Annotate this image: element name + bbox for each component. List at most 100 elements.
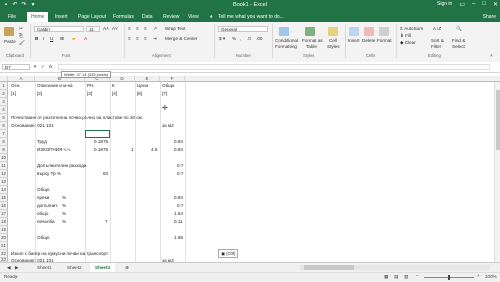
cell-b12[interactable]: върху Тр % (37, 171, 61, 176)
find-select-label-1[interactable]: Find & (452, 38, 465, 43)
row-header[interactable]: 17 (0, 210, 8, 218)
cell-f12[interactable]: 0.7 (177, 171, 183, 176)
cell-c12[interactable]: 83 (103, 171, 108, 176)
cell-f11[interactable]: 0.7 (177, 163, 183, 168)
name-box[interactable]: D7 (2, 64, 30, 70)
align-left-icon[interactable]: ≡ (128, 36, 131, 41)
cell-f15[interactable]: 0.84 (174, 195, 183, 200)
collapse-ribbon-icon[interactable]: ˄ (490, 53, 493, 58)
merge-center-button[interactable]: Merge & Center (165, 36, 197, 41)
row-header[interactable]: 14 (0, 186, 8, 194)
top-align-icon[interactable]: ≡ (128, 26, 131, 31)
cell-b16[interactable]: допълнит. (37, 203, 58, 208)
orientation-icon[interactable]: ↗ (153, 26, 157, 32)
cell-styles-icon[interactable] (328, 27, 338, 36)
cell-b2[interactable]: [2] (37, 91, 42, 96)
cell-f17[interactable]: 1.54 (174, 211, 183, 216)
cell-b8[interactable]: Труд (37, 139, 47, 144)
cell-f16[interactable]: 0.7 (177, 203, 183, 208)
cell-a5[interactable]: Почистване от разтителна почва ръчно на … (11, 115, 143, 120)
cell-e2[interactable]: [6] (137, 91, 142, 96)
wrap-text-button[interactable]: Wrap Text (165, 26, 186, 31)
decrease-decimal-icon[interactable]: .00 (256, 36, 262, 41)
bold-button[interactable]: B (35, 36, 38, 41)
find-select-icon[interactable]: 🔍 (456, 26, 462, 32)
fill-color-icon[interactable]: ▰ (72, 36, 76, 42)
conditional-label-2[interactable]: Formatting (275, 44, 297, 49)
percent-icon[interactable]: % (232, 36, 236, 41)
align-right-icon[interactable]: ≡ (144, 36, 147, 41)
cell-e9[interactable]: 4.5 (151, 147, 157, 152)
cell-c2[interactable]: [3] (87, 91, 92, 96)
insert-cells-label[interactable]: Insert (348, 38, 360, 43)
font-color-icon[interactable]: A (84, 36, 87, 41)
row-header[interactable]: 4 (0, 106, 8, 114)
insert-function-icon[interactable]: fx (49, 64, 53, 69)
cell-styles-label-1[interactable]: Cell (329, 38, 337, 43)
increase-decimal-icon[interactable]: .0 (247, 36, 251, 41)
grow-font-icon[interactable]: A˄ (103, 26, 109, 31)
zoom-out-button[interactable]: – (416, 273, 419, 278)
tab-page-layout[interactable]: Page Layout (78, 14, 106, 20)
worksheet-grid[interactable]: A B C D E F 1 2 3 4 5 6 7 8 9 10 11 12 1… (0, 76, 500, 262)
cell-a1[interactable]: Осн. (11, 83, 21, 88)
macro-record-icon[interactable]: ▫ (16, 274, 18, 279)
add-sheet-icon[interactable]: ⊕ (120, 263, 134, 272)
zoom-in-button[interactable]: + (477, 273, 480, 278)
cell-d2[interactable]: [4] (112, 91, 117, 96)
tab-view[interactable]: View (188, 14, 199, 20)
currency-icon[interactable]: $ ▾ (219, 36, 225, 42)
cell-b9[interactable]: ИЗКОПЧИЯ ч.ч. (37, 147, 71, 152)
normal-view-icon[interactable]: ▦ (384, 274, 388, 280)
cell-b15[interactable]: преки (37, 195, 49, 200)
borders-icon[interactable]: ⊞ (60, 36, 64, 42)
format-as-label-1[interactable]: Format as (302, 38, 323, 43)
close-button[interactable]: ✕ (493, 1, 498, 8)
format-painter-icon[interactable]: 🖌 (19, 40, 25, 46)
middle-align-icon[interactable]: ≡ (136, 26, 139, 31)
row-header[interactable]: 5 (0, 114, 8, 122)
row-header[interactable]: 10 (0, 154, 8, 162)
format-cells-label[interactable]: Format (377, 38, 392, 43)
horizontal-scrollbar[interactable] (300, 265, 490, 270)
italic-button[interactable]: I (43, 36, 44, 41)
copy-icon[interactable]: ⎘ (19, 33, 23, 38)
cell-f6[interactable]: за м2 (162, 123, 174, 128)
shrink-font-icon[interactable]: A˅ (112, 26, 118, 31)
cell-b14[interactable]: Общо (37, 187, 50, 192)
tab-review[interactable]: Review (163, 14, 179, 20)
cell-f2[interactable]: [7] (162, 91, 167, 96)
number-format-box[interactable]: General (218, 26, 268, 32)
selected-cell[interactable] (85, 130, 110, 138)
row-header[interactable]: 7 (0, 130, 8, 138)
zoom-slider-thumb[interactable] (448, 275, 450, 280)
cell-a6[interactable]: Основание: 021 101 (11, 123, 54, 128)
underline-button[interactable]: U (50, 36, 53, 41)
row-header[interactable]: 9 (0, 146, 8, 154)
cell-b18[interactable]: печалба (37, 219, 55, 224)
row-header[interactable]: 11 (0, 162, 8, 170)
tab-home[interactable]: Home (27, 12, 49, 22)
vertical-scrollbar[interactable] (494, 82, 500, 262)
find-select-label-2[interactable]: Select (452, 44, 465, 49)
sort-filter-label-2[interactable]: Filter (431, 44, 441, 49)
cell-e1[interactable]: Цена (137, 83, 148, 88)
cell-f20[interactable]: 1.65 (174, 235, 183, 240)
tab-file[interactable]: File (8, 14, 16, 20)
sort-filter-icon[interactable]: A↓Z (433, 26, 441, 31)
bottom-align-icon[interactable]: ≡ (144, 26, 147, 31)
autosum-button[interactable]: Σ AutoSum (400, 26, 423, 31)
page-layout-view-icon[interactable]: ▤ (394, 274, 398, 280)
cell-a22[interactable]: Изкоп с багер на хумусни почви на трансп… (11, 251, 108, 256)
cell-d9[interactable]: 1 (131, 147, 134, 152)
cell-styles-label-2[interactable]: Styles (327, 44, 340, 49)
maximize-button[interactable]: □ (482, 1, 486, 8)
horizontal-scrollbar-thumb[interactable] (304, 265, 354, 270)
cell-c8[interactable]: 0.1875 (94, 139, 108, 144)
column-header-f[interactable]: F (160, 76, 185, 82)
row-header[interactable]: 8 (0, 138, 8, 146)
cell-c1[interactable]: РН (87, 83, 93, 88)
cell-c18[interactable]: 7 (105, 219, 108, 224)
column-header-a[interactable]: A (8, 76, 35, 82)
cell-b1[interactable]: Описание и м-ка (37, 83, 73, 88)
